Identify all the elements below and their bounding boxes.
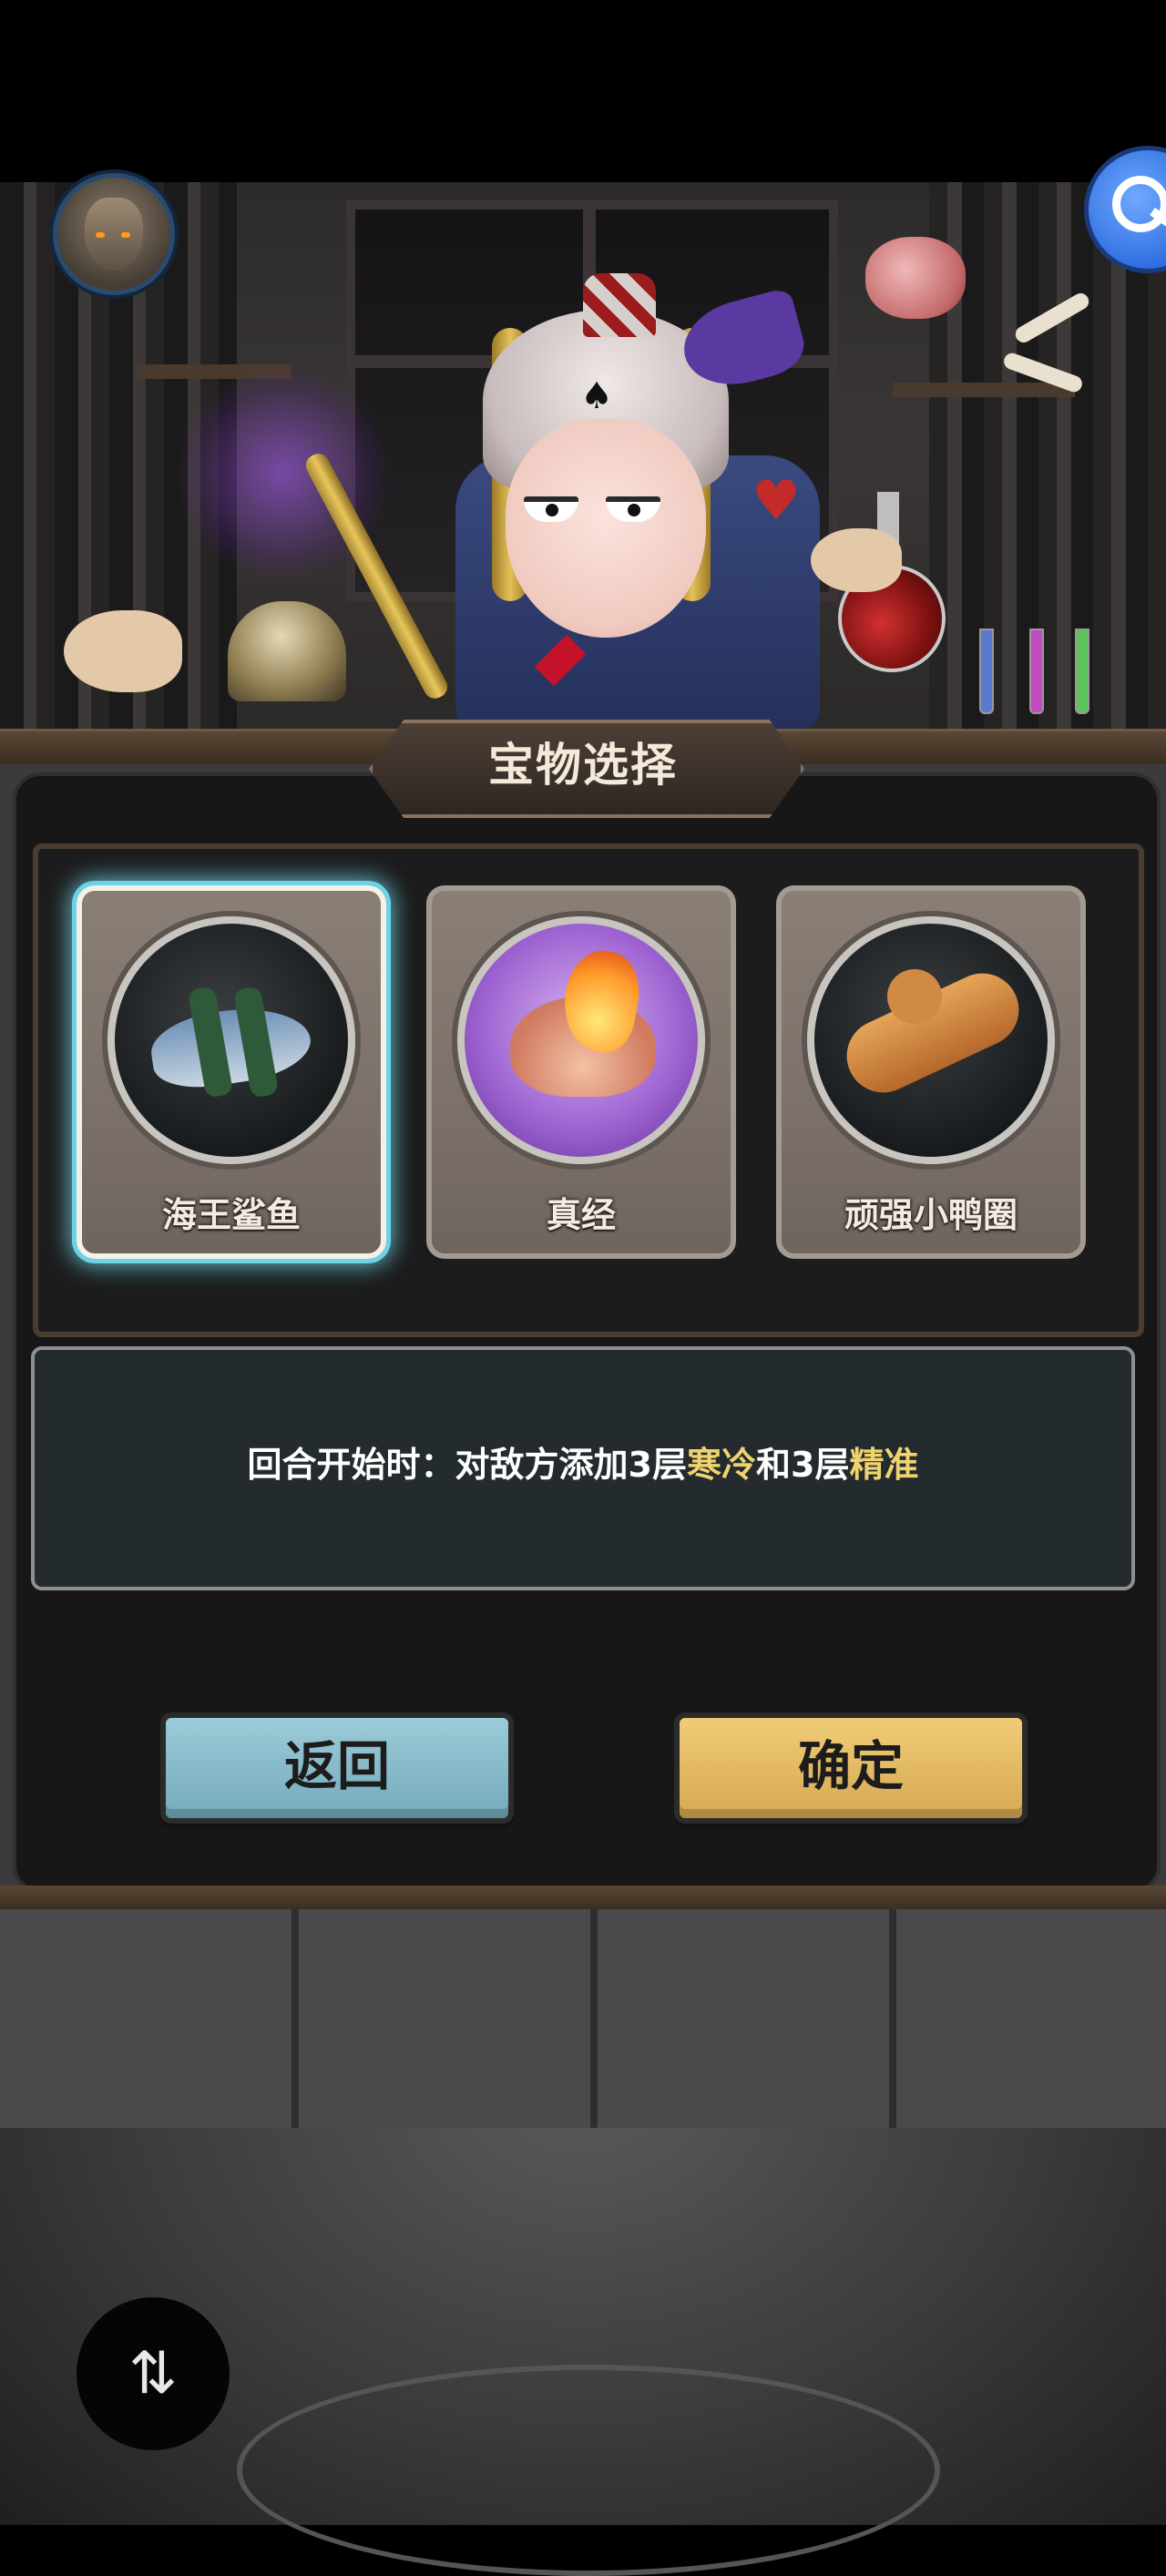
description-text: 和3层 (756, 1445, 850, 1485)
status-bar-area (0, 0, 1166, 182)
hero-portrait-icon (85, 198, 143, 271)
test-tube (1029, 629, 1044, 714)
treasure-name: 顽强小鸭圈 (844, 1195, 1018, 1235)
treasure-card-scripture[interactable]: 真经 (426, 885, 736, 1259)
treasure-card-shark[interactable]: 海王鲨鱼 (77, 885, 386, 1259)
test-tube (1075, 629, 1089, 714)
floor-circle (237, 2365, 940, 2576)
treasure-card-duck-ring[interactable]: 顽强小鸭圈 (776, 885, 1086, 1259)
avatar-eye (96, 232, 105, 238)
hanging-meat (865, 237, 966, 319)
duck-ring-icon (807, 916, 1055, 1164)
shelf (893, 383, 1075, 397)
treasure-name: 真经 (546, 1195, 616, 1235)
description-text: 回合开始时：对敌方添加3层 (247, 1445, 687, 1485)
rotate-icon: ⇅ (128, 2340, 178, 2407)
test-tube (979, 629, 994, 714)
duck-head (887, 969, 942, 1024)
creature-hand (64, 610, 182, 692)
shop-scene: ♠ ♥ (0, 182, 1166, 765)
merchant-crown (583, 273, 656, 337)
dialog-title: 宝物选择 (488, 739, 678, 792)
dialog-bottom-bar (0, 1886, 1166, 1912)
spade-icon: ♠ (580, 375, 613, 417)
key-icon (1112, 176, 1166, 232)
keyword-precision: 精准 (849, 1445, 919, 1485)
merchant-face (506, 419, 706, 638)
confirm-button[interactable]: 确定 (674, 1712, 1028, 1824)
knight-helmet (228, 601, 346, 701)
lotus-flame-icon (457, 916, 705, 1164)
heart-icon: ♥ (752, 469, 801, 533)
treasure-description: 回合开始时：对敌方添加3层寒冷和3层精准 (31, 1437, 1135, 1492)
back-button[interactable]: 返回 (160, 1712, 514, 1824)
keyword-cold: 寒冷 (686, 1445, 756, 1485)
merchant-hand (811, 528, 902, 592)
shark-icon (107, 916, 355, 1164)
hero-avatar-button[interactable] (53, 173, 175, 295)
floating-rotate-button[interactable]: ⇅ (77, 2297, 230, 2450)
stone-wall (0, 1909, 1166, 2128)
treasure-name: 海王鲨鱼 (161, 1195, 301, 1235)
avatar-eye (121, 232, 130, 238)
